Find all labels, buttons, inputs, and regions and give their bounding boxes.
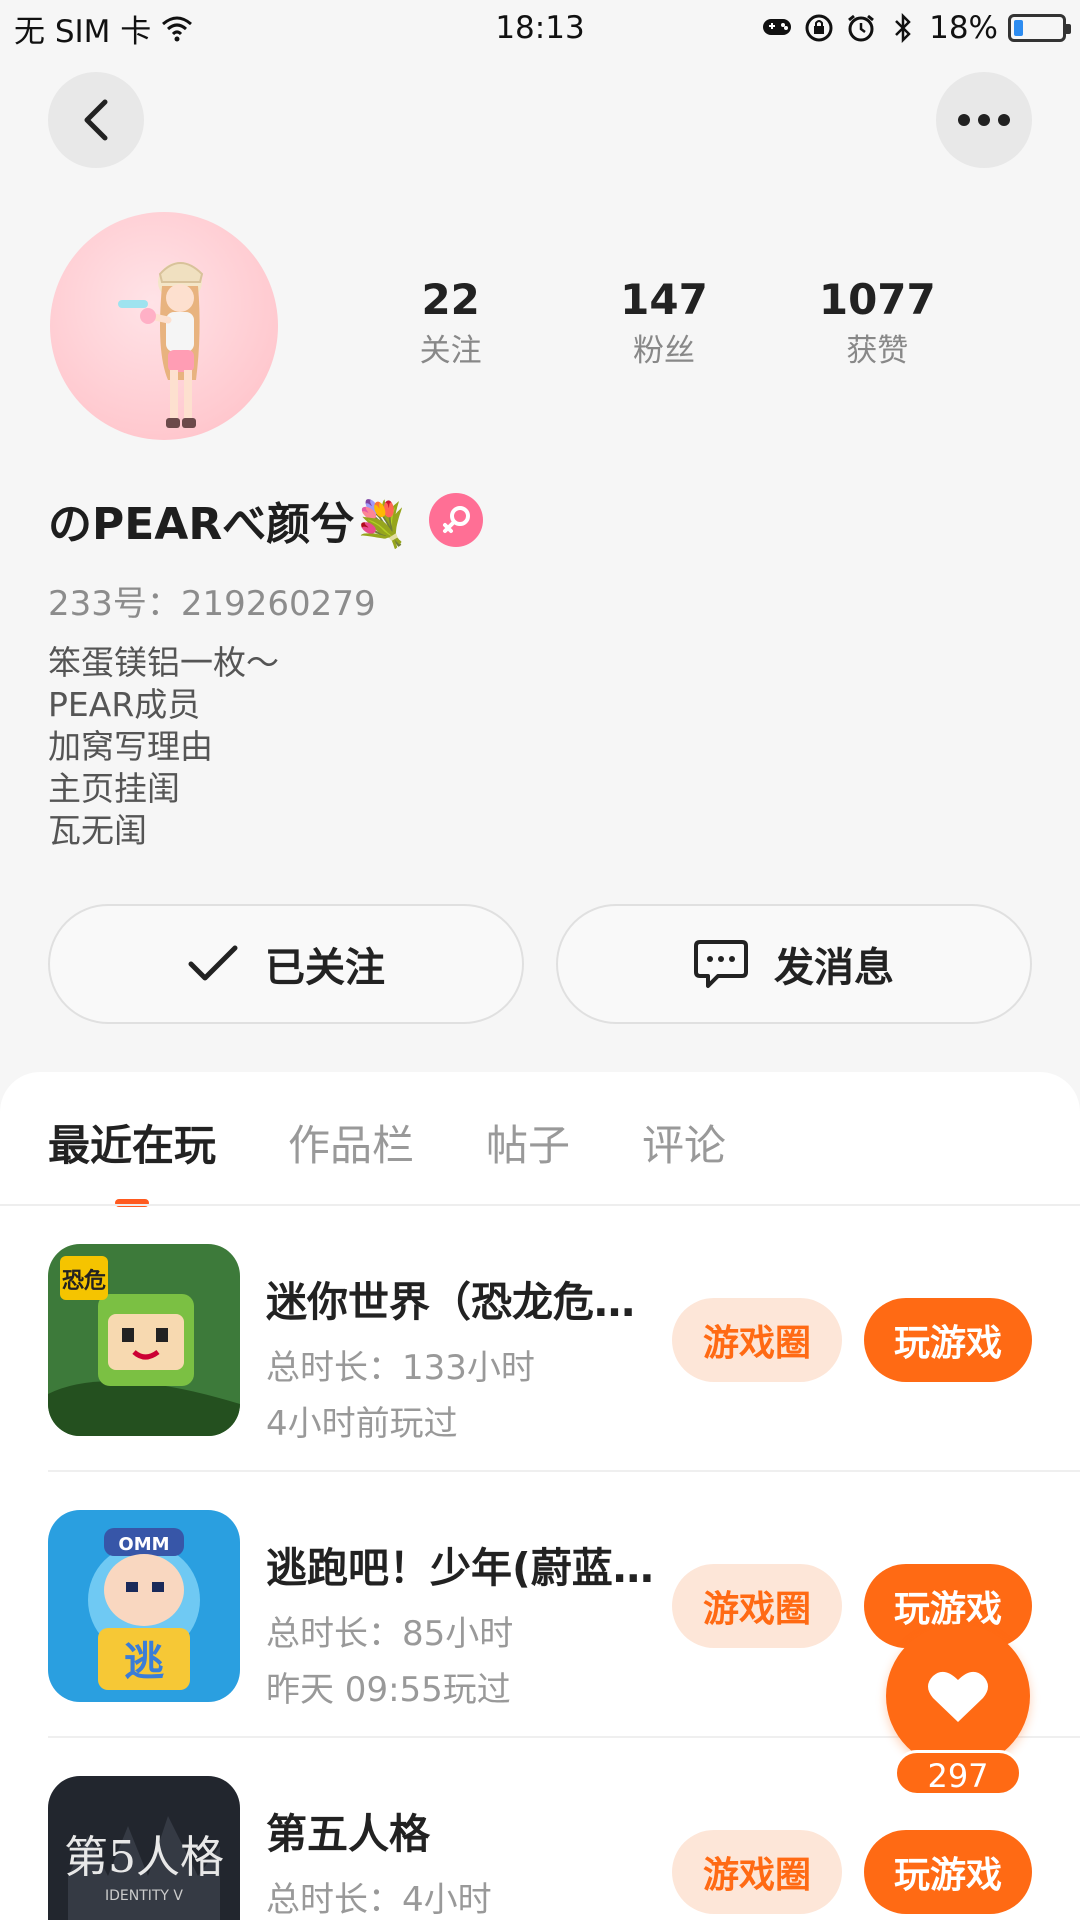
avatar-character-illustration — [118, 262, 204, 428]
tab-recently-played[interactable]: 最近在玩 — [48, 1112, 216, 1207]
followed-button[interactable]: 已关注 — [48, 904, 524, 1024]
tab-label: 帖子 — [486, 1121, 571, 1170]
send-message-button[interactable]: 发消息 — [556, 904, 1032, 1024]
name-row: のPEARべ颜兮💐 — [48, 488, 484, 552]
like-count-badge: 297 — [894, 1750, 1022, 1796]
game-duration: 总时长：85小时 — [266, 1614, 514, 1654]
game-last-played: 4小时前玩过 — [266, 1404, 458, 1444]
status-bar: 无 SIM 卡 18:13 18% — [0, 0, 1080, 56]
tab-works[interactable]: 作品栏 — [288, 1112, 414, 1207]
status-right: 18% — [761, 10, 1071, 46]
bio: 笨蛋镁铝一枚～ PEAR成员 加窝写理由 主页挂闺 瓦无闺 — [48, 642, 279, 852]
game-duration: 总时长：133小时 — [266, 1348, 535, 1388]
game-circle-button[interactable]: 游戏圈 — [672, 1830, 842, 1914]
wifi-icon — [161, 12, 193, 44]
bluetooth-icon — [887, 12, 919, 44]
user-id: 233号：219260279 — [48, 584, 376, 624]
back-button[interactable] — [48, 72, 144, 168]
battery-percent: 18% — [929, 10, 998, 46]
stat-value: 22 — [421, 275, 480, 324]
tab-posts[interactable]: 帖子 — [486, 1112, 570, 1207]
tab-label: 作品栏 — [288, 1121, 415, 1170]
carrier-label: 无 SIM 卡 — [14, 13, 152, 50]
alarm-icon — [845, 12, 877, 44]
game-icon-mini-world[interactable]: 恐危 — [48, 1244, 240, 1436]
profile-stats: 22 关注 147 粉丝 1077 获赞 — [348, 272, 988, 374]
battery-level — [1014, 20, 1024, 36]
stat-followers[interactable]: 147 粉丝 — [553, 272, 774, 374]
rotation-lock-icon — [803, 12, 835, 44]
game-title[interactable]: 逃跑吧！少年(蔚蓝之海) — [266, 1534, 666, 1594]
like-fab-button[interactable] — [886, 1624, 1030, 1768]
svg-text:IDENTITY V: IDENTITY V — [105, 1888, 183, 1904]
gamepad-icon — [761, 12, 793, 44]
play-game-button[interactable]: 玩游戏 — [864, 1298, 1032, 1382]
svg-text:恐危: 恐危 — [62, 1268, 106, 1294]
stat-value: 1077 — [818, 275, 936, 324]
status-left: 无 SIM 卡 — [14, 6, 193, 51]
message-label: 发消息 — [774, 945, 894, 991]
bio-line: 加窝写理由 — [48, 727, 213, 766]
game-icon-identity-v[interactable]: 第5人格 IDENTITY V — [48, 1776, 240, 1920]
stat-label: 获赞 — [846, 333, 909, 369]
tab-label: 最近在玩 — [48, 1121, 217, 1170]
chat-bubble-icon — [694, 940, 748, 988]
checkmark-icon — [188, 945, 238, 981]
svg-text:逃: 逃 — [124, 1639, 164, 1685]
game-duration: 总时长：4小时 — [266, 1880, 492, 1920]
stat-label: 粉丝 — [632, 333, 695, 369]
tab-label: 评论 — [642, 1121, 727, 1170]
heart-icon — [928, 1671, 988, 1722]
battery-icon — [1008, 14, 1071, 42]
stat-value: 147 — [620, 275, 708, 324]
female-icon — [429, 493, 484, 547]
play-game-button[interactable]: 玩游戏 — [864, 1830, 1032, 1914]
stat-label: 关注 — [419, 333, 482, 369]
svg-text:第5人格: 第5人格 — [64, 1832, 224, 1883]
game-circle-button[interactable]: 游戏圈 — [672, 1298, 842, 1382]
nickname: のPEARべ颜兮💐 — [48, 499, 410, 550]
bio-line: PEAR成员 — [48, 685, 201, 724]
more-dots-icon — [958, 114, 1010, 126]
game-circle-button[interactable]: 游戏圈 — [672, 1564, 842, 1648]
chevron-left-icon — [84, 99, 108, 141]
followed-label: 已关注 — [265, 945, 385, 991]
game-icon-run-boy[interactable]: OMM 逃 — [48, 1510, 240, 1702]
game-title[interactable]: 第五人格 — [266, 1800, 666, 1860]
game-row[interactable]: 恐危 迷你世界（恐龙危机） 总时长：133小时 4小时前玩过 游戏圈 玩游戏 — [48, 1206, 1080, 1472]
tab-comments[interactable]: 评论 — [642, 1112, 726, 1207]
bio-line: 笨蛋镁铝一枚～ — [48, 643, 279, 682]
svg-text:OMM: OMM — [118, 1534, 169, 1555]
bio-line: 主页挂闺 — [48, 769, 180, 808]
bio-line: 瓦无闺 — [48, 811, 147, 850]
stat-likes[interactable]: 1077 获赞 — [767, 272, 988, 374]
game-title[interactable]: 迷你世界（恐龙危机） — [266, 1268, 666, 1328]
game-last-played: 昨天 09:55玩过 — [266, 1670, 511, 1710]
stat-following[interactable]: 22 关注 — [340, 272, 561, 374]
more-button[interactable] — [936, 72, 1032, 168]
avatar[interactable] — [50, 212, 278, 440]
profile-tabs: 最近在玩 作品栏 帖子 评论 — [48, 1112, 726, 1207]
